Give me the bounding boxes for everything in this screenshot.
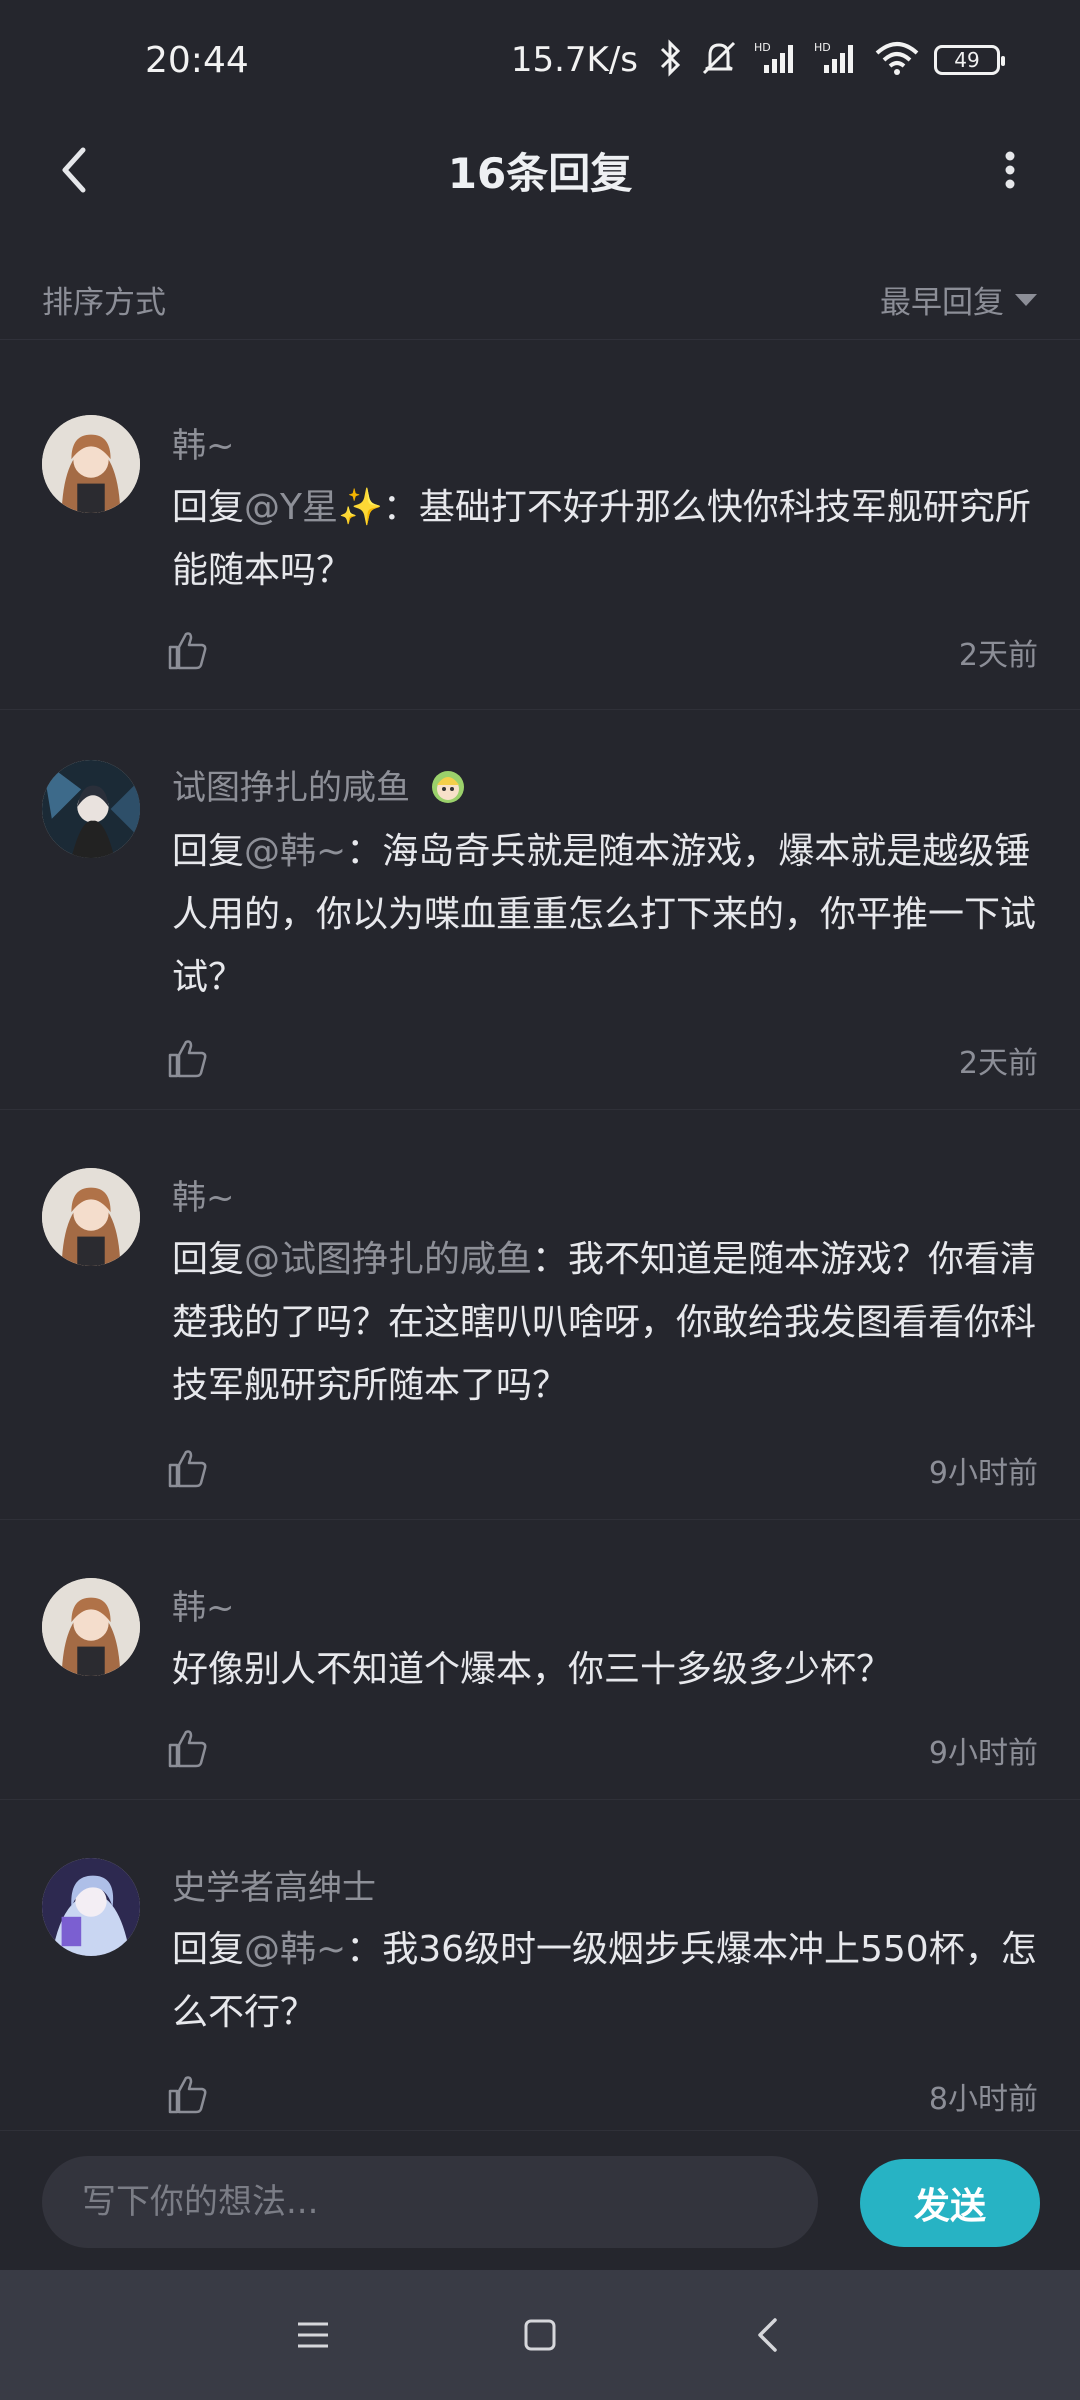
reply-prefix: 回复 [172, 487, 245, 528]
comment-body: 好像别人不知道个爆本，你三十多级多少杯？ [172, 1649, 893, 1690]
network-speed: 15.7K/s [510, 40, 638, 80]
header: 16条回复 [0, 120, 1080, 220]
comment-author[interactable]: 韩~ [172, 418, 235, 467]
thumbs-up-icon [168, 2076, 207, 2114]
thumbs-up-icon [168, 1040, 207, 1078]
avatar[interactable] [42, 1858, 140, 1956]
system-nav-bar [0, 2270, 1080, 2400]
comment-author[interactable]: 史学者高绅士 [172, 1860, 376, 1909]
comment-text: 好像别人不知道个爆本，你三十多级多少杯？ [172, 1638, 1042, 1701]
reply-input[interactable] [42, 2156, 818, 2248]
menu-icon [298, 2322, 329, 2348]
comment-text: 回复@韩~：海岛奇兵就是随本游戏，爆本就是越级锤人用的，你以为喋血重重怎么打下来… [172, 820, 1042, 1009]
thumbs-up-icon [168, 632, 207, 670]
comment-time: 9小时前 [928, 1736, 1038, 1771]
status-icons: 15.7K/s HD HD 49 [510, 39, 1005, 81]
status-time: 20:44 [145, 39, 249, 81]
comment-item: 史学者高绅士 回复@韩~：我36级时一级烟步兵爆本冲上550杯，怎么不行？ 8小… [0, 1800, 1080, 2130]
page-title: 16条回复 [447, 148, 633, 198]
comment-time: 9小时前 [928, 1456, 1038, 1491]
comment-text: 回复@试图挣扎的咸鱼：我不知道是随本游戏？你看清楚我的了吗？在这瞎叭叭啥呀，你敢… [172, 1228, 1042, 1417]
avatar[interactable] [42, 760, 140, 858]
reply-prefix: 回复 [172, 1929, 245, 1970]
avatar[interactable] [42, 415, 140, 513]
avatar[interactable] [42, 1168, 140, 1266]
badge-emoji-icon [431, 771, 464, 803]
comment-item: 韩~ 回复@试图挣扎的咸鱼：我不知道是随本游戏？你看清楚我的了吗？在这瞎叭叭啥呀… [0, 1110, 1080, 1520]
like-button[interactable] [166, 1726, 210, 1770]
comment-time: 2天前 [958, 1046, 1038, 1081]
more-button[interactable] [980, 140, 1040, 200]
comment-time: 8小时前 [928, 2082, 1038, 2117]
bluetooth-icon [658, 39, 684, 81]
reply-prefix: 回复 [172, 1239, 245, 1280]
reply-prefix: 回复 [172, 831, 245, 872]
battery-icon: 49 [934, 45, 1005, 75]
sort-label: 排序方式 [42, 285, 166, 321]
comment-author-name: 试图挣扎的咸鱼 [172, 768, 410, 808]
svg-text:HD: HD [814, 41, 831, 54]
comment-item: 韩~ 好像别人不知道个爆本，你三十多级多少杯？ 9小时前 [0, 1520, 1080, 1800]
signal-hd-icon: HD [754, 39, 800, 81]
signal-hd-icon: HD [814, 39, 860, 81]
mention-link[interactable]: @试图挣扎的咸鱼 [244, 1239, 532, 1280]
comment-author[interactable]: 试图挣扎的咸鱼 [172, 760, 469, 809]
sort-dropdown[interactable]: 最早回复 [880, 277, 1038, 322]
wifi-icon [874, 39, 920, 81]
like-button[interactable] [166, 2072, 210, 2116]
thumbs-up-icon [168, 1450, 207, 1488]
caret-down-icon [1015, 293, 1037, 306]
mute-icon [698, 39, 740, 81]
comment-item: 韩~ 回复@Y星✨：基础打不好升那么快你科技军舰研究所能随本吗？ 2天前 [0, 380, 1080, 710]
reply-input-bar: 发送 [0, 2130, 1080, 2270]
chevron-left-icon [62, 147, 86, 193]
sort-row: 排序方式 最早回复 [0, 260, 1080, 340]
mention-link[interactable]: @韩~ [244, 1929, 346, 1970]
back-button[interactable] [44, 140, 104, 200]
avatar[interactable] [42, 1578, 140, 1676]
sort-selected-value: 最早回复 [880, 285, 1004, 321]
comment-item: 试图挣扎的咸鱼 回复@韩~：海岛奇兵就是随本游戏，爆本就是越级锤人用的，你以为喋… [0, 710, 1080, 1110]
home-square-icon [524, 2319, 556, 2351]
send-button[interactable]: 发送 [860, 2159, 1040, 2247]
menu-button[interactable] [283, 2305, 343, 2365]
comment-time: 2天前 [958, 638, 1038, 673]
mention-link[interactable]: @韩~ [244, 831, 346, 872]
svg-text:HD: HD [754, 41, 771, 54]
thumbs-up-icon [168, 1730, 207, 1768]
like-button[interactable] [166, 628, 210, 672]
like-button[interactable] [166, 1036, 210, 1080]
more-vertical-icon [1005, 151, 1015, 189]
comment-author[interactable]: 韩~ [172, 1170, 235, 1219]
back-triangle-icon [757, 2318, 777, 2352]
comment-text: 回复@韩~：我36级时一级烟步兵爆本冲上550杯，怎么不行？ [172, 1918, 1042, 2044]
comment-author[interactable]: 韩~ [172, 1580, 235, 1629]
home-button[interactable] [510, 2305, 570, 2365]
battery-level: 49 [954, 48, 980, 72]
mention-link[interactable]: @Y星✨ [244, 487, 383, 528]
nav-back-button[interactable] [737, 2305, 797, 2365]
comment-text: 回复@Y星✨：基础打不好升那么快你科技军舰研究所能随本吗？ [172, 476, 1042, 602]
status-bar: 20:44 15.7K/s HD HD 49 [0, 0, 1080, 120]
like-button[interactable] [166, 1446, 210, 1490]
